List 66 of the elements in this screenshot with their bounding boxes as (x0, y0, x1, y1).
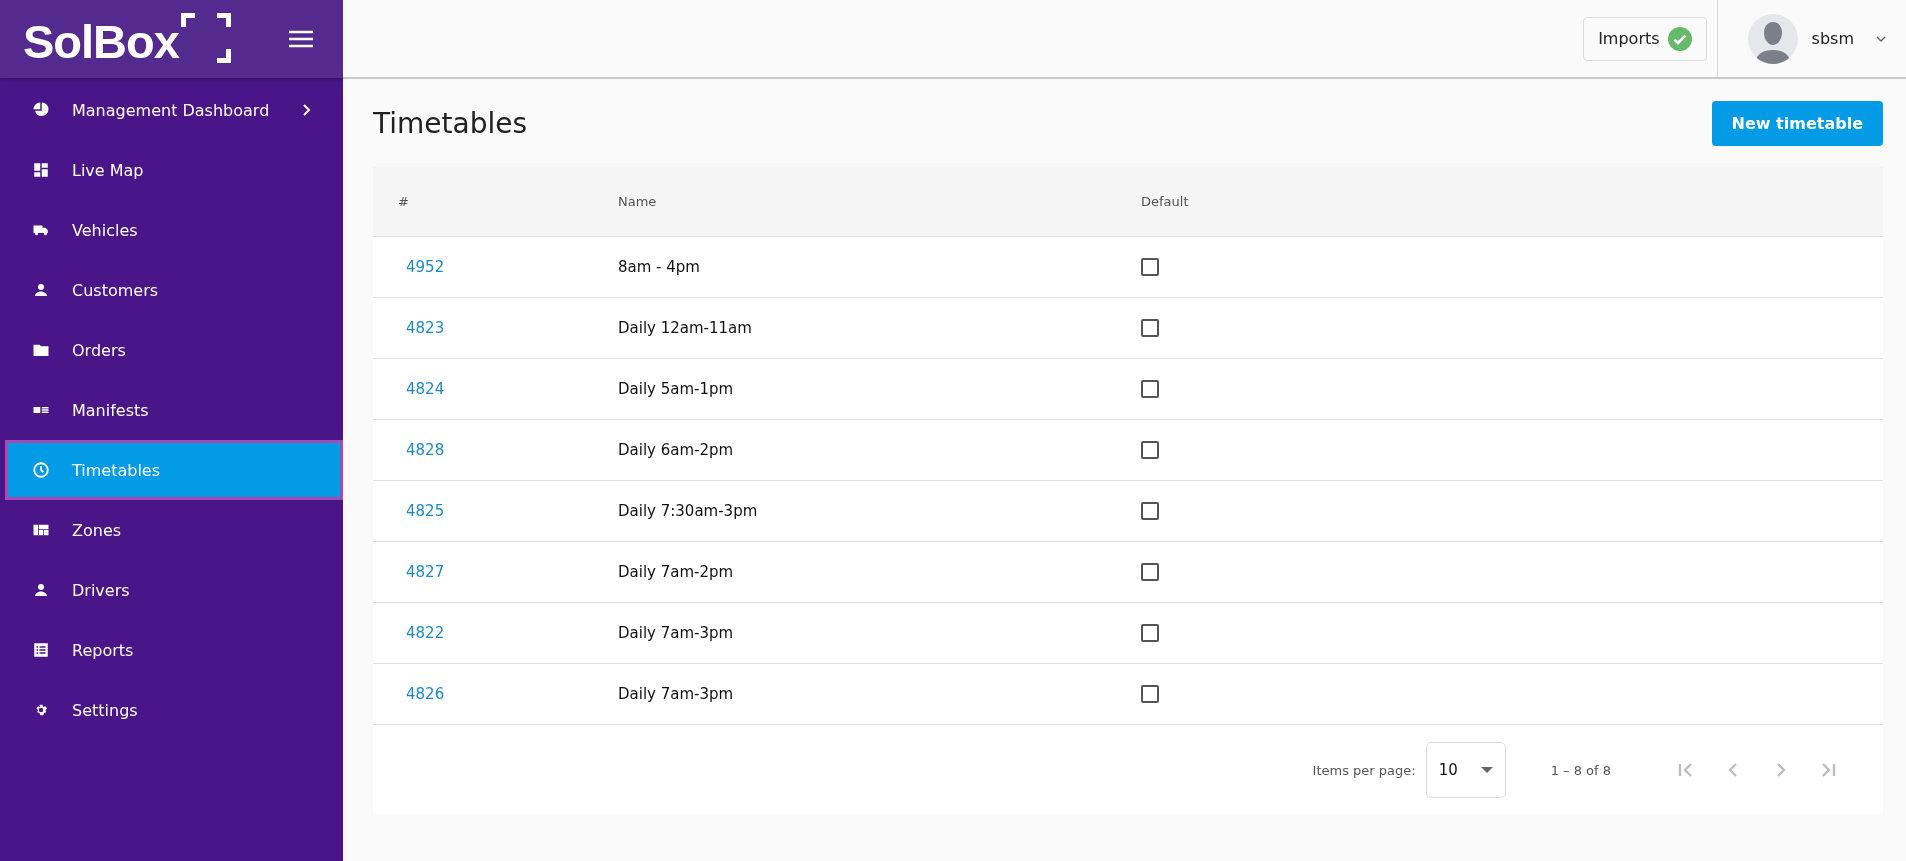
page-size-select[interactable]: 10 (1425, 742, 1506, 798)
logo-text: SolBox (23, 18, 179, 65)
default-checkbox[interactable] (1141, 563, 1159, 581)
sidebar-item-label: Timetables (72, 460, 161, 480)
chevron-down-icon (1876, 34, 1886, 43)
sidebar-item[interactable]: Live Map (5, 140, 343, 200)
id-link[interactable]: 4952 (406, 258, 445, 276)
default-checkbox[interactable] (1141, 685, 1159, 703)
table-cell: Daily 5am-1pm (618, 380, 734, 398)
menu-icon[interactable] (289, 30, 313, 48)
sidebar-item-label: Customers (72, 280, 160, 300)
table-cell: 8am - 4pm (618, 258, 700, 276)
sidebar-item-label: Vehicles (72, 220, 139, 240)
sidebar-item[interactable]: Reports (5, 620, 343, 680)
sidebar-item[interactable]: Settings (5, 680, 343, 740)
sidebar-item[interactable]: Management Dashboard (5, 80, 343, 140)
id-link[interactable]: 4823 (406, 319, 445, 337)
dashboard-grid-icon (32, 161, 50, 179)
bracket-logo-icon (180, 13, 231, 63)
sidebar-item[interactable]: Orders (5, 320, 343, 380)
sidebar-item[interactable]: Customers (5, 260, 343, 320)
person-icon (32, 281, 50, 299)
table-cell: Daily 7:30am-3pm (618, 502, 758, 520)
default-checkbox[interactable] (1141, 380, 1159, 398)
id-link[interactable]: 4828 (406, 441, 445, 459)
table-cell: Daily 7am-3pm (618, 685, 734, 703)
clock-icon (32, 461, 50, 479)
sidebar-item-label: Manifests (72, 400, 150, 420)
sidebar-item-label: Settings (72, 700, 139, 720)
default-checkbox[interactable] (1141, 624, 1159, 642)
column-header: Default (1141, 194, 1189, 209)
id-link[interactable]: 4826 (406, 685, 445, 703)
default-checkbox[interactable] (1141, 441, 1159, 459)
sidebar-item-label: Zones (72, 520, 123, 540)
table-cell: Daily 7am-3pm (618, 624, 734, 642)
id-link[interactable]: 4825 (406, 502, 445, 520)
sidebar-item-label: Reports (72, 640, 135, 660)
default-checkbox[interactable] (1141, 258, 1159, 276)
table-cell: Daily 12am-11am (618, 319, 752, 337)
sidebar-item-label: Management Dashboard (72, 100, 271, 120)
sidebar-item[interactable]: Vehicles (5, 200, 343, 260)
sidebar-item[interactable]: Zones (5, 500, 343, 560)
user-menu[interactable]: sbsm (1717, 13, 1906, 64)
imports-button[interactable]: Imports (1583, 16, 1707, 61)
column-header: Name (618, 194, 657, 209)
sidebar-item-label: Drivers (72, 580, 131, 600)
id-link[interactable]: 4822 (406, 624, 445, 642)
default-checkbox[interactable] (1141, 502, 1159, 520)
pie-chart-icon (32, 101, 50, 119)
sidebar-item[interactable]: Drivers (5, 560, 343, 620)
sidebar-item-label: Orders (72, 340, 127, 360)
dropdown-caret-icon (1480, 767, 1493, 773)
id-link[interactable]: 4824 (406, 380, 445, 398)
default-checkbox[interactable] (1141, 319, 1159, 337)
list-icon (32, 641, 50, 659)
sidebar-item[interactable]: Manifests (5, 380, 343, 440)
page-range: 1 – 8 of 8 (1550, 762, 1611, 778)
table-cell: Daily 6am-2pm (618, 441, 734, 459)
column-header: # (398, 194, 409, 209)
table-cell: Daily 7am-2pm (618, 563, 734, 581)
person-icon (32, 581, 50, 599)
items-per-page-label: Items per page: (1312, 762, 1416, 778)
page-title: Timetables (373, 106, 528, 140)
user-name: sbsm (1811, 29, 1854, 48)
sidebar-item-label: Live Map (72, 160, 145, 180)
id-link[interactable]: 4827 (406, 563, 445, 581)
